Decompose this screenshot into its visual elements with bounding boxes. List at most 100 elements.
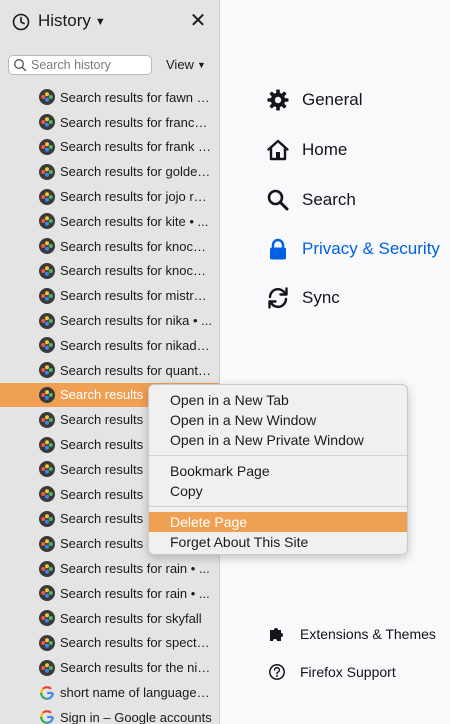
history-item[interactable]: Search results for skyfall xyxy=(0,606,219,631)
sync-icon xyxy=(268,287,288,309)
history-item-title: Search results for frank ocean xyxy=(60,139,212,155)
history-item-title: Search results for golden hour xyxy=(60,164,212,180)
lock-icon xyxy=(270,238,286,260)
history-item[interactable]: Search results for rain • ... xyxy=(0,556,219,581)
colored-dots-favicon xyxy=(39,411,55,428)
help-icon xyxy=(269,664,285,680)
colored-dots-favicon xyxy=(39,312,55,329)
history-item[interactable]: Search results for jojo rabbit xyxy=(0,184,219,209)
menu-separator xyxy=(149,455,407,456)
history-sidebar: History ▼ ✕ View ▼ Search results for fa… xyxy=(0,0,220,724)
history-item-title: Search results xyxy=(60,387,144,403)
colored-dots-favicon xyxy=(39,213,55,230)
footer-link-firefox-support[interactable]: Firefox Support xyxy=(268,662,396,682)
search-icon xyxy=(14,59,27,72)
colored-dots-favicon xyxy=(39,163,55,180)
history-item[interactable]: Search results for nikadorable xyxy=(0,333,219,358)
history-item-title: Search results for the night xyxy=(60,660,212,676)
history-item[interactable]: Search results for kite • ... xyxy=(0,209,219,234)
colored-dots-favicon xyxy=(39,461,55,478)
history-item[interactable]: Search results for golden hour xyxy=(0,159,219,184)
puzzle-icon xyxy=(270,628,283,641)
menu-item-forget-about-this-site[interactable]: Forget About This Site xyxy=(149,532,407,552)
google-favicon xyxy=(40,710,54,724)
history-item[interactable]: short name of language code xyxy=(0,680,219,705)
pref-nav-label: Search xyxy=(302,190,356,209)
menu-item-bookmark-page[interactable]: Bookmark Page xyxy=(149,461,407,481)
colored-dots-favicon xyxy=(39,560,55,577)
pref-nav-privacy-security[interactable]: Privacy & Security xyxy=(266,234,440,264)
colored-dots-favicon xyxy=(39,337,55,354)
history-item-title: Search results for fawn eyes xyxy=(60,89,212,105)
pref-nav-home[interactable]: Home xyxy=(266,135,347,165)
history-item-title: Search results for knocked loose xyxy=(60,263,212,279)
history-item[interactable]: Search results for nika • ... xyxy=(0,308,219,333)
pref-nav-label: General xyxy=(302,90,363,109)
history-item-title: Search results for rain • ... xyxy=(60,585,210,601)
history-item-title: short name of language code xyxy=(60,685,212,701)
colored-dots-favicon xyxy=(39,634,55,651)
home-icon xyxy=(267,139,289,161)
history-item[interactable]: Search results for knockin on heavens do… xyxy=(0,234,219,259)
history-item-title: Search results for nika • ... xyxy=(60,313,212,329)
history-item-title: Search results for quantum xyxy=(60,362,212,378)
menu-item-delete-page[interactable]: Delete Page xyxy=(149,512,407,532)
colored-dots-favicon xyxy=(39,535,55,552)
history-item[interactable]: Search results for francesca xyxy=(0,110,219,135)
menu-item-copy[interactable]: Copy xyxy=(149,481,407,501)
menu-item-open-in-a-new-private-window[interactable]: Open in a New Private Window xyxy=(149,430,407,450)
history-context-menu: Open in a New Tab Open in a New Window Ope… xyxy=(148,384,408,555)
pref-nav-label: Sync xyxy=(302,288,340,307)
history-item[interactable]: Search results for the night xyxy=(0,655,219,680)
colored-dots-favicon xyxy=(39,188,55,205)
clock-icon xyxy=(12,13,30,31)
history-item[interactable]: Search results for knocked loose xyxy=(0,259,219,284)
history-item-title: Search results for skyfall xyxy=(60,610,202,626)
colored-dots-favicon xyxy=(39,138,55,155)
view-label: View xyxy=(166,57,194,72)
footer-link-label: Firefox Support xyxy=(300,664,396,680)
history-item[interactable]: Search results for frank ocean xyxy=(0,135,219,160)
history-item[interactable]: Sign in – Google accounts xyxy=(0,705,219,724)
chevron-down-icon: ▼ xyxy=(196,59,206,70)
pref-nav-sync[interactable]: Sync xyxy=(266,283,340,313)
search-history-input[interactable] xyxy=(27,58,149,72)
history-item-title: Search results for rain • ... xyxy=(60,561,210,577)
menu-separator xyxy=(149,506,407,507)
pref-nav-search[interactable]: Search xyxy=(266,185,356,215)
history-item-title: Search results for kite • ... xyxy=(60,213,209,229)
colored-dots-favicon xyxy=(39,287,55,304)
google-favicon xyxy=(40,685,54,700)
menu-item-open-in-a-new-tab[interactable]: Open in a New Tab xyxy=(149,390,407,410)
history-item[interactable]: Search results for fawn eyes xyxy=(0,85,219,110)
colored-dots-favicon xyxy=(39,386,55,403)
history-item[interactable]: Search results for quantum xyxy=(0,358,219,383)
pref-nav-label: Privacy & Security xyxy=(302,239,440,258)
sidebar-switcher[interactable]: History ▼ xyxy=(38,11,106,31)
colored-dots-favicon xyxy=(39,510,55,527)
sidebar-header: History ▼ ✕ xyxy=(0,0,219,46)
colored-dots-favicon xyxy=(39,362,55,379)
history-item-title: Search results for mistress xyxy=(60,288,212,304)
pref-nav-general[interactable]: General xyxy=(266,85,362,115)
close-icon[interactable]: ✕ xyxy=(189,11,207,31)
firefox-window: History ▼ ✕ View ▼ Search results for fa… xyxy=(0,0,450,724)
colored-dots-favicon xyxy=(39,486,55,503)
pref-nav-label: Home xyxy=(302,140,348,159)
history-item[interactable]: Search results for spectrum xyxy=(0,631,219,656)
menu-item-open-in-a-new-window[interactable]: Open in a New Window xyxy=(149,410,407,430)
colored-dots-favicon xyxy=(39,659,55,676)
history-item-title: Search results for francesca xyxy=(60,114,212,130)
colored-dots-favicon xyxy=(39,114,55,131)
view-menu-button[interactable]: View ▼ xyxy=(166,57,206,72)
history-item-title: Search results for spectrum xyxy=(60,635,212,651)
history-item-title: Search results for jojo rabbit xyxy=(60,189,212,205)
sidebar-title: History xyxy=(38,11,91,30)
search-history-field xyxy=(8,55,152,75)
history-item[interactable]: Search results for rain • ... xyxy=(0,581,219,606)
colored-dots-favicon xyxy=(39,262,55,279)
footer-link-extensions-themes[interactable]: Extensions & Themes xyxy=(268,624,436,644)
colored-dots-favicon xyxy=(39,89,55,106)
history-item[interactable]: Search results for mistress xyxy=(0,283,219,308)
history-item-title: Search results for knockin on heavens do… xyxy=(60,238,212,254)
